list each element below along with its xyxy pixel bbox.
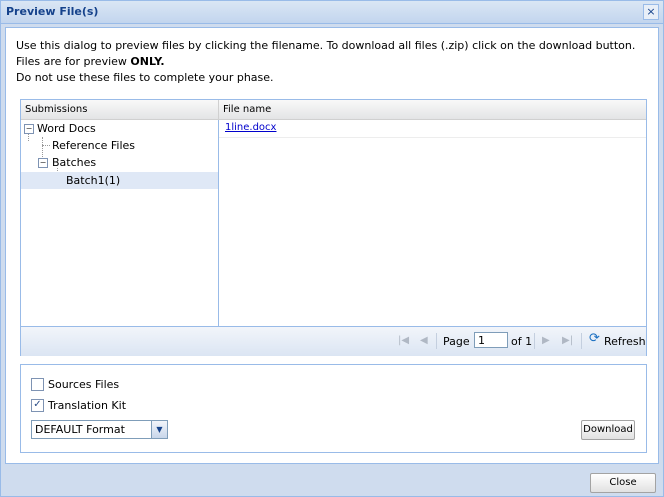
file-link[interactable]: 1line.docx (225, 122, 276, 133)
sources-files-option[interactable]: Sources Files (31, 377, 120, 394)
format-select-value: DEFAULT Format (35, 423, 125, 436)
dialog-body: Use this dialog to preview files by clic… (5, 27, 659, 464)
submissions-header[interactable]: Submissions (21, 100, 219, 120)
file-row: 1line.docx (219, 120, 646, 138)
tree-item-label: Word Docs (37, 122, 96, 135)
next-page-icon[interactable]: ▶ (542, 335, 550, 346)
file-name-header[interactable]: File name (219, 100, 646, 120)
close-icon[interactable]: × (643, 4, 659, 20)
collapse-icon[interactable]: − (24, 124, 34, 134)
tree-item-label: Batches (52, 156, 97, 169)
download-button[interactable]: Download (581, 420, 635, 440)
tree-item-label: Batch1(1) (66, 174, 121, 187)
translation-kit-option[interactable]: ✓ Translation Kit (31, 398, 127, 415)
prev-page-icon[interactable]: ◀ (420, 335, 428, 346)
tree-item-word-docs[interactable]: − Word Docs (21, 120, 218, 137)
info-line-1: Use this dialog to preview files by clic… (16, 39, 636, 52)
submissions-panel: Submissions File name − Word Docs Refere… (20, 99, 647, 356)
tree-item-batch1[interactable]: Batch1(1) (21, 172, 218, 189)
info-line-2-bold: ONLY. (130, 55, 165, 68)
translation-kit-checkbox[interactable]: ✓ (31, 398, 44, 412)
info-line-2: Files are for preview ONLY. (16, 54, 635, 70)
toolbar-separator (436, 333, 437, 349)
collapse-icon[interactable]: − (38, 158, 48, 168)
last-page-icon[interactable]: ▶| (562, 335, 573, 346)
submissions-tree: − Word Docs Reference Files − Batches Ba… (21, 120, 219, 326)
info-line-2-prefix: Files are for preview (16, 55, 131, 68)
toolbar-separator (581, 333, 582, 349)
paging-toolbar: |◀ ◀ Page 1 of 1 ▶ ▶| ⟳ Refresh (21, 326, 646, 356)
first-page-icon[interactable]: |◀ (398, 335, 409, 346)
sources-files-label: Sources Files (48, 378, 120, 391)
refresh-button[interactable]: Refresh (604, 335, 646, 348)
toolbar-separator (534, 333, 535, 349)
download-options-panel: Sources Files ✓ Translation Kit DEFAULT F… (20, 364, 647, 453)
tree-item-batches[interactable]: − Batches (21, 154, 218, 171)
format-select[interactable]: DEFAULT Format ▼ (31, 420, 168, 439)
info-line-3: Do not use these files to complete your … (16, 71, 274, 84)
close-button[interactable]: Close (590, 473, 656, 493)
dialog-title: Preview File(s) (6, 5, 99, 18)
refresh-icon[interactable]: ⟳ (589, 332, 601, 345)
info-text: Use this dialog to preview files by clic… (16, 38, 635, 86)
tree-item-reference-files[interactable]: Reference Files (21, 137, 218, 154)
dialog-titlebar[interactable]: Preview File(s) × (1, 1, 663, 24)
page-number-input[interactable]: 1 (474, 332, 508, 348)
file-list: 1line.docx (219, 120, 646, 326)
sources-files-checkbox[interactable] (31, 377, 44, 391)
tree-item-label: Reference Files (52, 139, 136, 152)
preview-files-dialog: Preview File(s) × Use this dialog to pre… (0, 0, 664, 497)
page-count-label: of 1 (511, 335, 533, 348)
page-label: Page (443, 335, 470, 348)
translation-kit-label: Translation Kit (48, 399, 127, 412)
chevron-down-icon[interactable]: ▼ (151, 421, 167, 438)
